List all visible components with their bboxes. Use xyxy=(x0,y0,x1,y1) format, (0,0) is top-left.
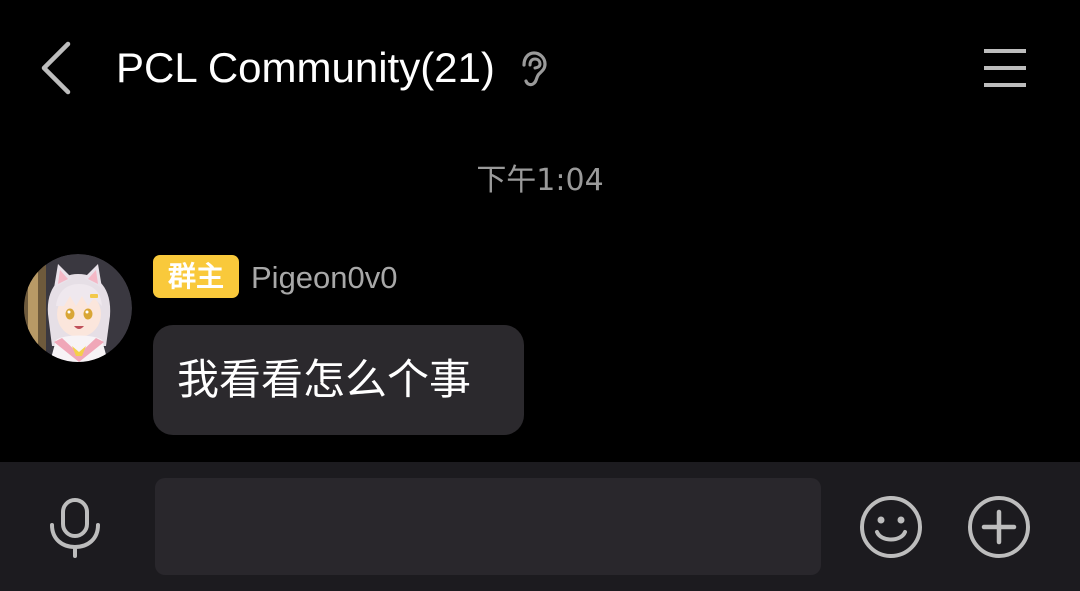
group-owner-badge: 群主 xyxy=(153,255,239,298)
emoji-button[interactable] xyxy=(859,495,923,559)
back-button[interactable] xyxy=(34,38,82,98)
smiley-icon xyxy=(860,496,922,558)
message-bubble[interactable]: 我看看怎么个事 xyxy=(153,325,524,435)
message-timestamp: 下午1:04 xyxy=(476,163,604,198)
sender-avatar[interactable] xyxy=(24,254,132,362)
chat-title[interactable]: PCL Community(21) xyxy=(116,42,495,94)
voice-input-button[interactable] xyxy=(46,497,104,559)
hamburger-menu-icon xyxy=(984,49,1026,87)
more-actions-button[interactable] xyxy=(967,495,1031,559)
message-input[interactable] xyxy=(155,478,821,575)
microphone-icon xyxy=(50,498,100,558)
menu-button[interactable] xyxy=(982,47,1028,89)
chat-header: PCL Community(21) xyxy=(0,0,1080,140)
sender-name[interactable]: Pigeon0v0 xyxy=(251,258,398,298)
chevron-left-icon xyxy=(41,41,71,95)
ear-icon[interactable] xyxy=(516,50,550,88)
anime-avatar xyxy=(24,254,132,362)
plus-circle-icon xyxy=(968,496,1030,558)
